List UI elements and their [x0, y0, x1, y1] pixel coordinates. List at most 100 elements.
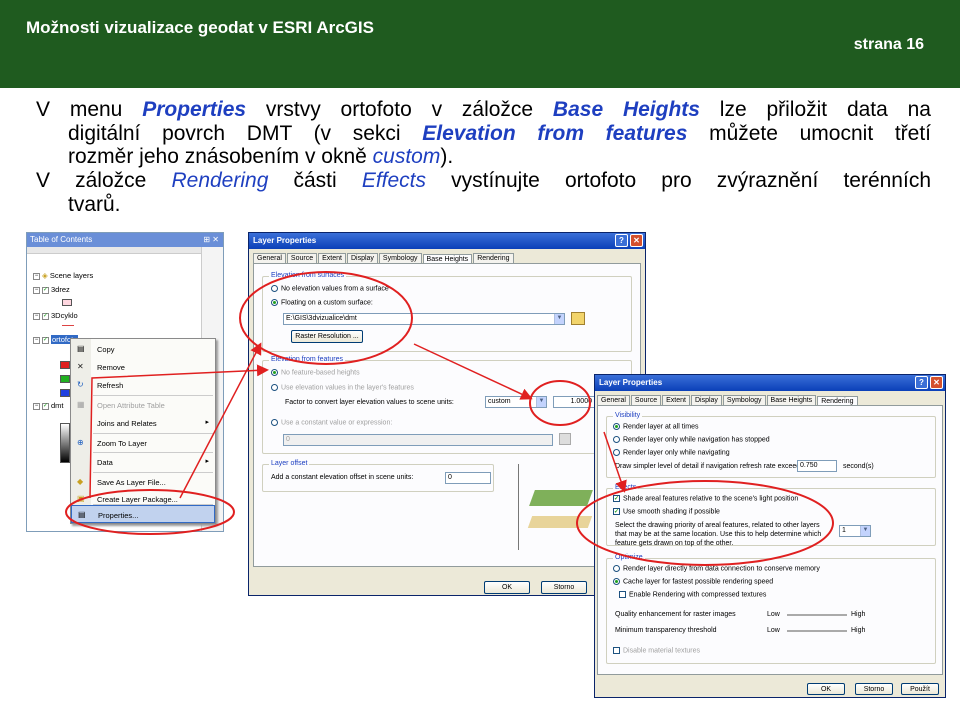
menu-item-label: Zoom To Layer [97, 439, 147, 448]
radio-constant-expression[interactable]: Use a constant value or expression: [271, 419, 392, 426]
menu-item-copy[interactable]: ▤ Copy [71, 340, 215, 358]
radio-icon[interactable] [613, 578, 620, 585]
radio-render-always[interactable]: Render layer at all times [613, 423, 698, 430]
checkbox-label: Shade areal features relative to the sce… [623, 495, 799, 503]
help-icon[interactable]: ? [615, 234, 628, 247]
checkbox-shade-features[interactable]: ✓ Shade areal features relative to the sc… [613, 495, 798, 502]
radio-icon[interactable] [271, 299, 278, 306]
radio-render-navigating[interactable]: Render layer only while navigating [613, 449, 730, 456]
menu-item-save-layer-file[interactable]: ◆ Save As Layer File... [71, 473, 215, 491]
text-run: digitální povrch DMT (v sekci [68, 121, 423, 145]
expand-icon[interactable]: − [33, 402, 40, 410]
chevron-down-icon[interactable]: ▼ [536, 397, 546, 407]
expression-builder-icon[interactable] [559, 433, 571, 445]
detail-rate-input[interactable]: 0.750 [797, 460, 837, 472]
radio-use-feature-values[interactable]: Use elevation values in the layer's feat… [271, 384, 414, 391]
checkbox-icon[interactable]: ✓ [42, 402, 49, 410]
help-icon[interactable]: ? [915, 376, 928, 389]
text-run: vystínujte ortofoto pro zvýraznění terén… [426, 169, 932, 193]
radio-icon[interactable] [613, 565, 620, 572]
chevron-down-icon[interactable]: ▼ [860, 526, 870, 536]
constant-value-input[interactable]: 0 [283, 434, 553, 446]
tab-display[interactable]: Display [346, 253, 378, 263]
radio-no-feature-heights[interactable]: No feature-based heights [271, 369, 360, 376]
menu-item-open-attribute-table[interactable]: ▦ Open Attribute Table [71, 396, 215, 414]
transparency-slider[interactable] [787, 630, 847, 632]
cancel-button[interactable]: Storno [541, 581, 587, 594]
text-run: části [268, 169, 362, 193]
tab-general[interactable]: General [597, 395, 630, 405]
raster-resolution-button[interactable]: Raster Resolution ... [291, 330, 363, 343]
menu-item-joins-relates[interactable]: Joins and Relates ▸ [71, 414, 215, 432]
checkbox-smooth-shading[interactable]: ✓ Use smooth shading if possible [613, 508, 720, 515]
expand-icon[interactable]: − [33, 312, 40, 320]
menu-item-properties[interactable]: ▤ Properties... [71, 505, 215, 523]
tab-symbology[interactable]: Symbology [378, 253, 422, 263]
radio-render-stopped[interactable]: Render layer only while navigation has s… [613, 436, 770, 443]
tab-source[interactable]: Source [286, 253, 318, 263]
radio-icon[interactable] [271, 369, 278, 376]
radio-custom-surface[interactable]: Floating on a custom surface: [271, 299, 373, 306]
text-run: vrstvy ortofoto v záložce [246, 98, 553, 121]
tab-rendering[interactable]: Rendering [473, 253, 514, 263]
checkbox-compressed-textures[interactable]: Enable Rendering with compressed texture… [619, 591, 766, 598]
radio-icon[interactable] [271, 419, 278, 426]
radio-icon[interactable] [271, 384, 278, 391]
collapse-icon[interactable]: − [33, 272, 40, 280]
checkbox-icon[interactable]: ✓ [613, 508, 620, 515]
menu-item-remove[interactable]: ✕ Remove [71, 358, 215, 376]
expand-icon[interactable]: − [33, 286, 40, 294]
tab-symbology[interactable]: Symbology [722, 395, 766, 405]
close-icon[interactable]: ✕ [630, 234, 643, 247]
radio-icon[interactable] [613, 423, 620, 430]
surface-path-select[interactable]: E:\GIS\3dvizualice\dmt ▼ [283, 313, 565, 325]
close-icon[interactable]: ✕ [930, 376, 943, 389]
tab-extent[interactable]: Extent [318, 253, 346, 263]
tab-extent[interactable]: Extent [662, 395, 690, 405]
radio-cache-layer[interactable]: Cache layer for fastest possible renderi… [613, 578, 773, 585]
factor-value-input[interactable]: 1.0000 [553, 396, 595, 408]
radio-direct-render[interactable]: Render layer directly from data connecti… [613, 565, 820, 572]
checkbox-icon[interactable]: ✓ [42, 312, 49, 320]
priority-select[interactable]: 1 ▼ [839, 525, 871, 537]
checkbox-icon[interactable]: ✓ [42, 336, 49, 344]
open-folder-icon[interactable] [571, 312, 585, 325]
menu-item-data[interactable]: Data ▸ [71, 453, 215, 471]
apply-button[interactable]: Použít [901, 683, 939, 695]
checkbox-icon[interactable]: ✓ [613, 495, 620, 502]
factor-unit-select[interactable]: custom ▼ [485, 396, 547, 408]
tab-display[interactable]: Display [690, 395, 722, 405]
toc-layer[interactable]: − ✓ 3drez [33, 285, 70, 294]
cancel-button[interactable]: Storno [855, 683, 893, 695]
menu-item-zoom-to-layer[interactable]: ⊕ Zoom To Layer [71, 434, 215, 452]
menu-item-refresh[interactable]: ↻ Refresh [71, 376, 215, 394]
radio-icon[interactable] [613, 449, 620, 456]
radio-no-surface[interactable]: No elevation values from a surface [271, 285, 389, 292]
expand-icon[interactable]: − [33, 336, 40, 344]
page-number: strana 16 [853, 36, 924, 53]
radio-icon[interactable] [271, 285, 278, 292]
radio-label: Render layer only while navigating [623, 449, 730, 457]
symbol-line [62, 325, 74, 326]
checkbox-icon[interactable] [619, 591, 626, 598]
checkbox-icon[interactable] [613, 647, 620, 654]
tab-general[interactable]: General [253, 253, 286, 263]
quality-slider[interactable] [787, 614, 847, 616]
toc-pin-close-icon[interactable]: ⊞ ✕ [203, 235, 219, 244]
chevron-down-icon[interactable]: ▼ [554, 314, 564, 324]
radio-icon[interactable] [613, 436, 620, 443]
text-run: V menu [36, 98, 143, 121]
offset-value-input[interactable]: 0 [445, 472, 491, 484]
tab-source[interactable]: Source [630, 395, 662, 405]
tab-base-heights[interactable]: Base Heights [766, 395, 817, 405]
toc-layer-label: 3drez [51, 285, 70, 294]
toc-root[interactable]: − ◈ Scene layers [33, 271, 93, 280]
checkbox-icon[interactable]: ✓ [42, 286, 49, 294]
elevation-illustration [510, 460, 602, 554]
toc-layer[interactable]: − ✓ dmt [33, 401, 64, 410]
checkbox-disable-textures[interactable]: Disable material textures [613, 647, 700, 654]
offset-label: Add a constant elevation offset in scene… [271, 474, 414, 481]
ok-button[interactable]: OK [807, 683, 845, 695]
ok-button[interactable]: OK [484, 581, 530, 594]
toc-layer[interactable]: − ✓ 3Dcyklo [33, 311, 78, 320]
